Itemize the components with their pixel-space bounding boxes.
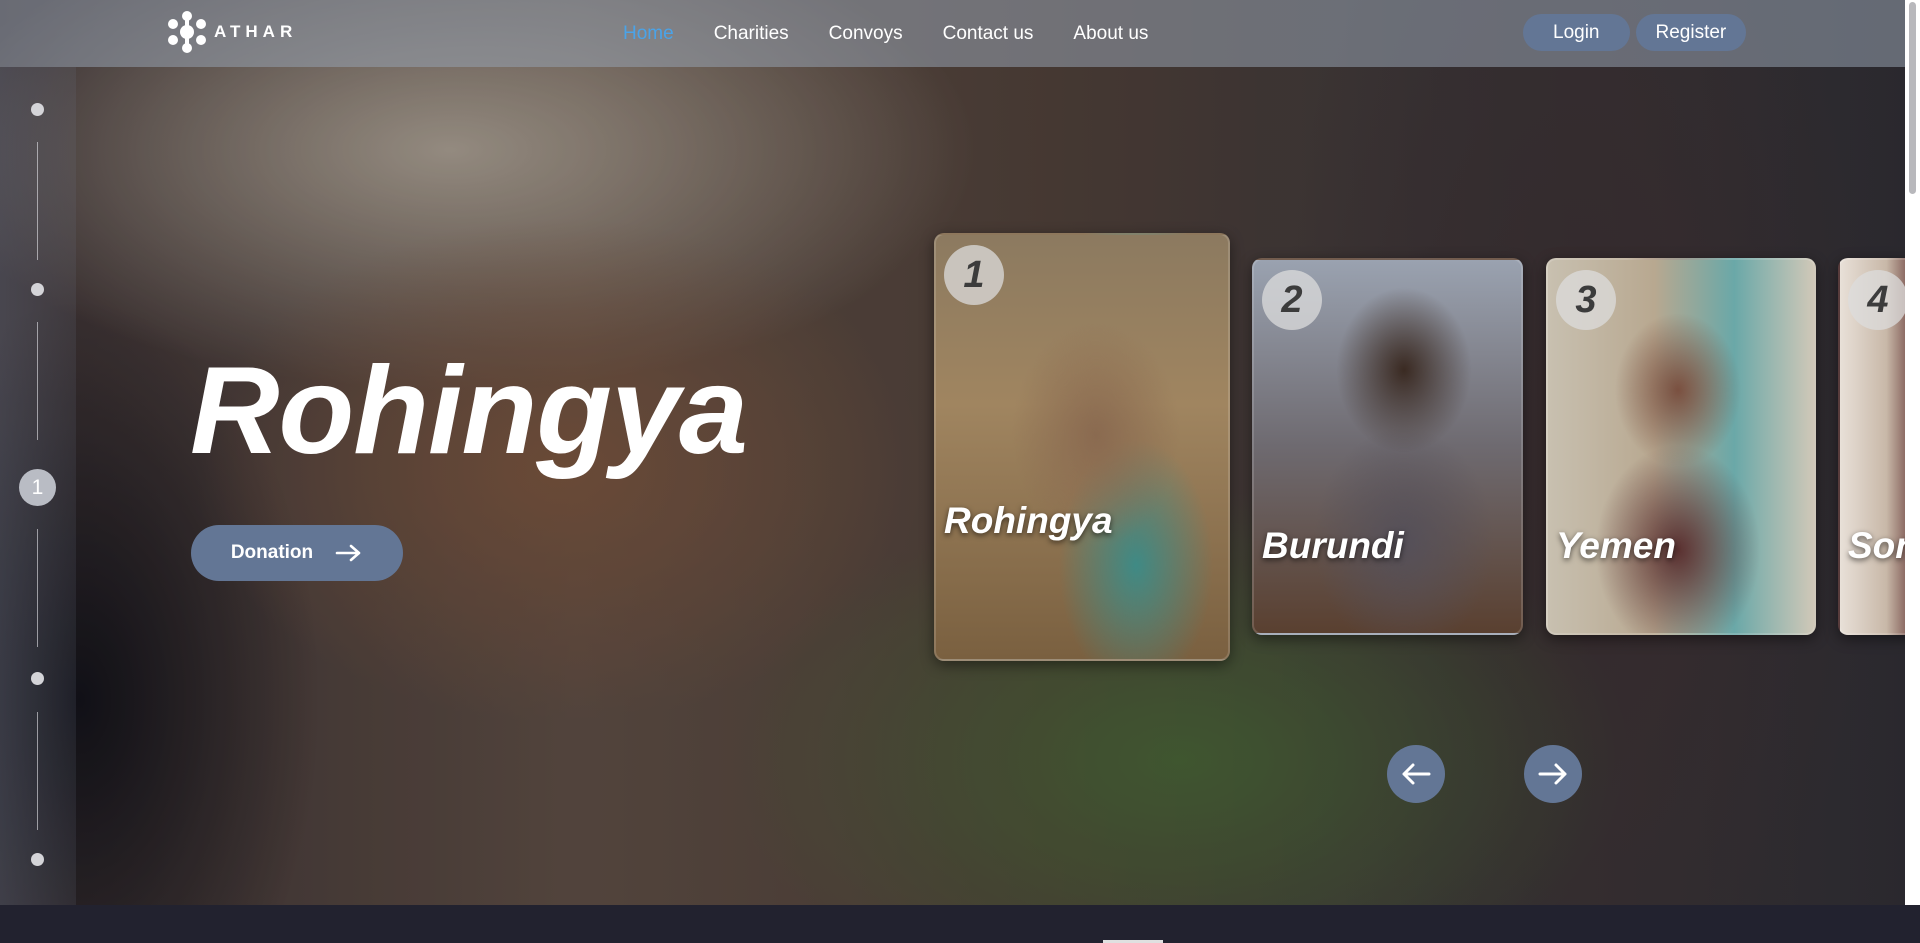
destination-card-yemen[interactable]: 3 Yemen [1546, 258, 1816, 635]
scrollbar-thumb[interactable] [1909, 2, 1916, 194]
arrow-right-icon [1538, 763, 1567, 785]
nav-link-convoys[interactable]: Convoys [829, 23, 903, 45]
nav-link-charities[interactable]: Charities [714, 23, 789, 45]
nav-link-contact[interactable]: Contact us [943, 23, 1034, 45]
pager-dot[interactable] [31, 853, 44, 866]
prev-slide-button[interactable] [1387, 745, 1445, 803]
card-number: 4 [1848, 270, 1908, 330]
top-navbar: ATHAR Home Charities Convoys Contact us … [0, 0, 1920, 67]
pager-line [37, 322, 38, 440]
pager-dot[interactable] [31, 283, 44, 296]
pager-dot[interactable] [31, 672, 44, 685]
destination-card-burundi[interactable]: 2 Burundi [1252, 258, 1523, 635]
next-slide-button[interactable] [1524, 745, 1582, 803]
destination-card-rohingya[interactable]: 1 Rohingya [934, 233, 1230, 661]
footer-band [0, 905, 1905, 943]
hero-title: Rohingya [190, 342, 748, 480]
pager-line [37, 529, 38, 647]
card-number: 2 [1262, 270, 1322, 330]
pager-line [37, 142, 38, 260]
auth-buttons: Login Register [1523, 14, 1747, 51]
pager-current[interactable]: 1 [19, 469, 56, 506]
card-number: 1 [944, 245, 1004, 305]
card-label: Rohingya [944, 500, 1113, 541]
nav-link-about[interactable]: About us [1073, 23, 1148, 45]
card-number: 3 [1556, 270, 1616, 330]
donation-button[interactable]: Donation [191, 525, 403, 581]
donation-label: Donation [230, 542, 314, 563]
page-scrollbar[interactable] [1905, 0, 1920, 905]
arrow-left-icon [1402, 763, 1431, 785]
logo-text: ATHAR [214, 22, 298, 41]
login-button[interactable]: Login [1523, 14, 1630, 51]
athar-logo-icon [168, 11, 206, 53]
card-label: Yemen [1556, 525, 1676, 566]
register-button[interactable]: Register [1635, 14, 1747, 51]
pager-line [37, 712, 38, 830]
pager-dot[interactable] [31, 103, 44, 116]
arrow-right-icon [335, 544, 361, 562]
logo[interactable]: ATHAR [164, 9, 297, 55]
nav-link-home[interactable]: Home [623, 23, 674, 45]
nav-links: Home Charities Convoys Contact us About … [623, 0, 1148, 67]
slide-pager: 1 [0, 67, 76, 905]
card-label: Burundi [1262, 525, 1404, 566]
